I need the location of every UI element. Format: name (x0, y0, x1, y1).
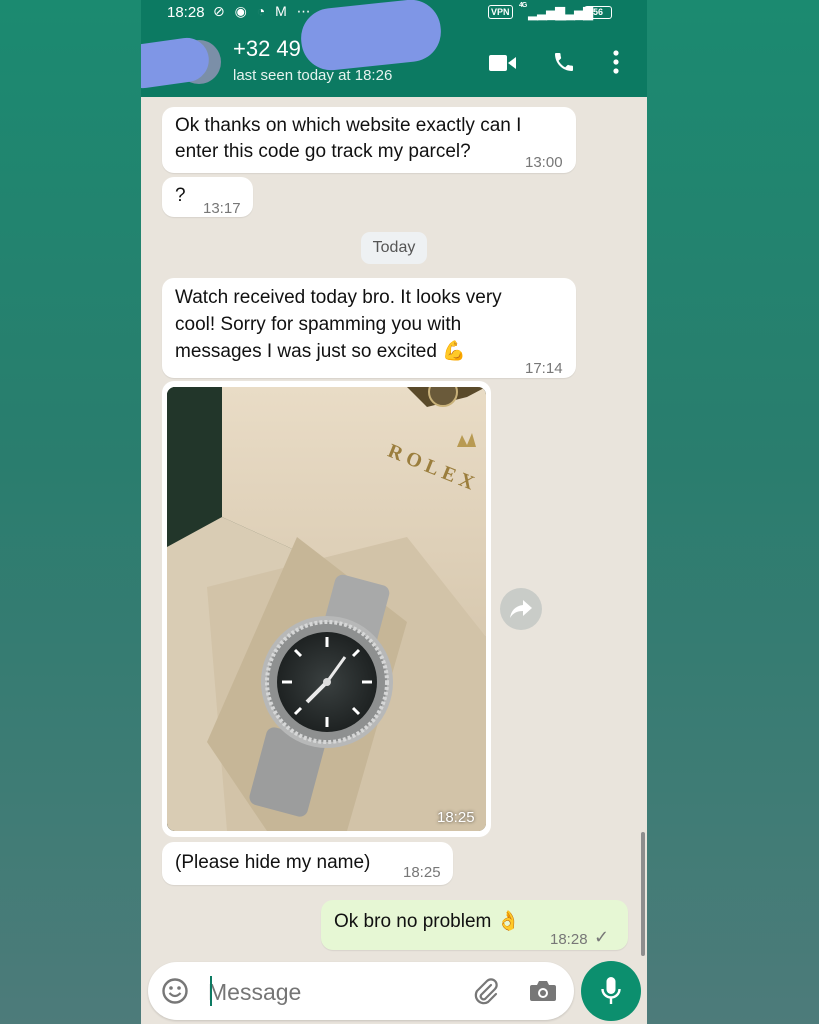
text-caret (210, 976, 212, 1006)
message-bubble[interactable]: Ok thanks on which website exactly can I… (162, 107, 576, 173)
message-text: (Please hide my name) (175, 852, 371, 873)
read-receipt-icon: ✓ (594, 927, 610, 947)
more-options-icon[interactable] (613, 50, 619, 74)
phone-screen: 18:28 ⊘ ◉ ◔ M ⋯ VPN 4G ▂▃▅▇ ▂▃▅▇ 56 +32 … (141, 0, 647, 1024)
message-text: Ok bro no problem 👌 (334, 911, 521, 932)
voice-call-icon[interactable] (552, 50, 576, 74)
emoji-icon[interactable] (161, 977, 189, 1005)
microphone-icon (601, 977, 621, 1004)
network-type: 4G (519, 2, 527, 9)
message-input[interactable] (206, 975, 460, 1009)
message-text: ? (175, 185, 186, 206)
message-time: 13:17 (203, 200, 241, 217)
status-time: 18:28 (167, 4, 205, 21)
message-text: Ok thanks on which website exactly can I… (175, 115, 522, 162)
scrollbar[interactable] (641, 832, 645, 956)
voice-record-button[interactable] (581, 961, 641, 1021)
chat-area[interactable]: Ok thanks on which website exactly can I… (141, 97, 647, 957)
message-text: Watch received today bro. It looks very … (175, 287, 502, 362)
vpn-badge: VPN (488, 5, 513, 19)
message-bubble[interactable]: ? 13:17 (162, 177, 253, 217)
forward-button[interactable] (500, 588, 542, 630)
image-time: 18:25 (437, 809, 475, 826)
message-time: 18:25 (403, 864, 441, 881)
message-bubble[interactable]: (Please hide my name) 18:25 (162, 842, 453, 885)
camera-icon[interactable] (529, 979, 557, 1003)
attach-icon[interactable] (471, 977, 501, 1007)
message-time: 17:14 (525, 360, 563, 377)
date-separator: Today (361, 232, 427, 264)
battery-icon: 56 (584, 6, 612, 19)
contact-name[interactable]: +32 49 (233, 36, 301, 62)
message-time: 18:28 (550, 931, 588, 948)
notification-icons: ⊘ ◉ ◔ M ⋯ (213, 3, 314, 19)
message-composer (148, 962, 574, 1020)
video-call-icon[interactable] (489, 54, 517, 72)
image-message[interactable]: ROLEX 18:25 (162, 381, 491, 837)
watch-photo[interactable]: ROLEX 18:25 (167, 387, 486, 831)
message-bubble[interactable]: Watch received today bro. It looks very … (162, 278, 576, 378)
last-seen-status: last seen today at 18:26 (233, 67, 393, 84)
chat-header: +32 49 last seen today at 18:26 (141, 0, 647, 97)
forward-arrow-icon (510, 600, 532, 618)
outgoing-message-bubble[interactable]: Ok bro no problem 👌 18:28 ✓ (321, 900, 628, 950)
watch-box-image (167, 387, 486, 831)
redaction-scribble (298, 0, 444, 74)
message-time: 13:00 (525, 154, 563, 171)
